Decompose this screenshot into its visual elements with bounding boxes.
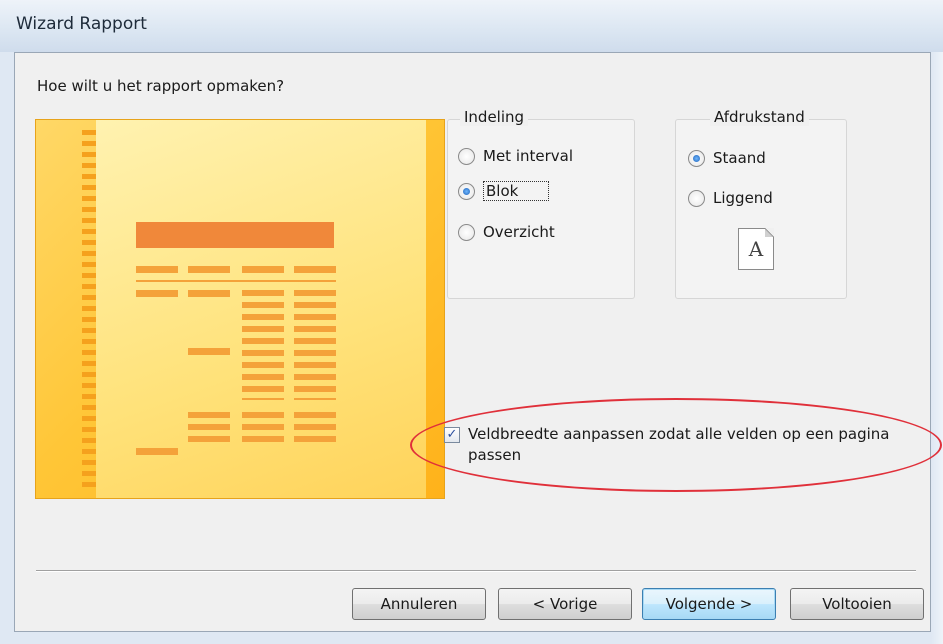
- next-button[interactable]: Volgende >: [642, 588, 776, 620]
- layout-group-legend: Indeling: [460, 108, 529, 126]
- wizard-window: Wizard Rapport Hoe wilt u het rapport op…: [0, 0, 943, 644]
- radio-overzicht[interactable]: Overzicht: [458, 223, 555, 241]
- radio-blok[interactable]: Blok: [458, 181, 550, 201]
- orientation-group: Afdrukstand: [675, 108, 847, 299]
- radio-button[interactable]: [458, 147, 475, 165]
- cancel-button[interactable]: Annuleren: [352, 588, 486, 620]
- radio-liggend[interactable]: Liggend: [688, 189, 773, 207]
- report-layout-preview-image: [35, 119, 445, 499]
- portrait-page-icon: A: [738, 228, 774, 270]
- radio-button-selected[interactable]: [458, 182, 475, 200]
- button-separator: [36, 570, 916, 572]
- page-icon-letter: A: [748, 237, 764, 261]
- radio-label: Liggend: [713, 189, 773, 207]
- radio-label: Blok: [483, 181, 550, 201]
- wizard-client-area: Hoe wilt u het rapport opmaken? Indeling: [14, 52, 931, 632]
- window-title: Wizard Rapport: [16, 14, 147, 34]
- finish-button[interactable]: Voltooien: [790, 588, 924, 620]
- radio-button[interactable]: [688, 189, 705, 207]
- radio-met-interval[interactable]: Met interval: [458, 147, 573, 165]
- radio-staand[interactable]: Staand: [688, 149, 766, 167]
- layout-group: Indeling: [447, 108, 635, 299]
- radio-label: Met interval: [483, 147, 574, 165]
- wizard-question: Hoe wilt u het rapport opmaken?: [37, 77, 285, 95]
- radio-button-selected[interactable]: [688, 149, 705, 167]
- radio-label: Staand: [713, 149, 766, 167]
- orientation-group-legend: Afdrukstand: [710, 108, 809, 126]
- radio-label: Overzicht: [483, 223, 555, 241]
- back-button[interactable]: < Vorige: [498, 588, 632, 620]
- radio-button[interactable]: [458, 223, 475, 241]
- highlight-ellipse-annotation: [410, 398, 942, 492]
- preview-binding-holes: [82, 130, 96, 490]
- title-bar[interactable]: Wizard Rapport: [0, 0, 943, 52]
- window-frame: [931, 52, 943, 644]
